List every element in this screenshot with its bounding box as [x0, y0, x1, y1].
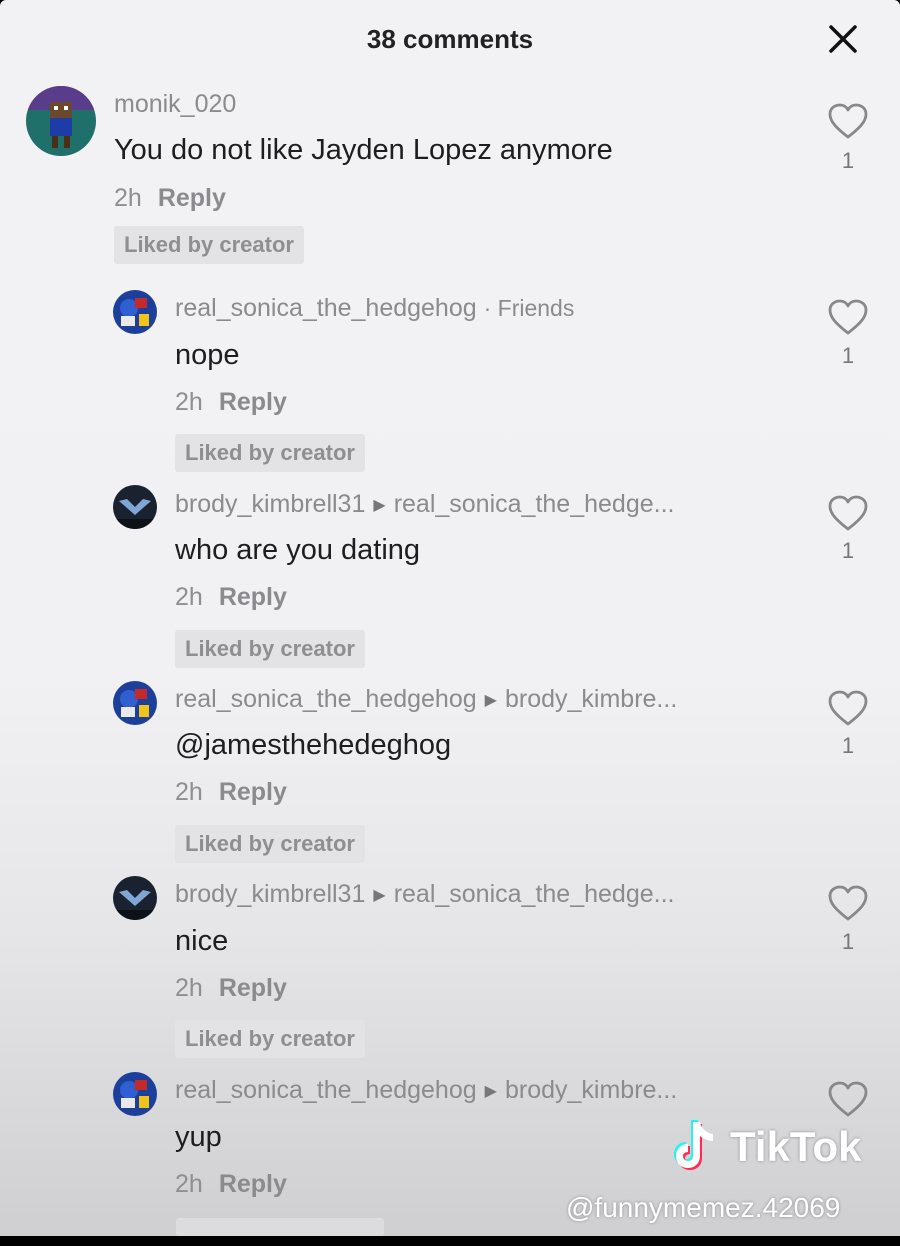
reply-button[interactable]: Reply	[158, 184, 226, 212]
like-button[interactable]	[826, 689, 870, 732]
watermark-handle: @funnymemez.42069	[566, 1192, 841, 1223]
avatar[interactable]	[26, 86, 96, 156]
avatar[interactable]	[113, 1072, 157, 1116]
tiktok-wordmark: TikTok	[730, 1123, 862, 1170]
comment-author[interactable]: real_sonica_the_hedgehog	[175, 1076, 477, 1104]
tiktok-logo-icon	[674, 1120, 713, 1170]
comment-author[interactable]: brody_kimbrell31	[175, 880, 365, 908]
reply-target[interactable]: brody_kimbre...	[505, 1076, 677, 1104]
avatar[interactable]	[113, 290, 157, 334]
like-button[interactable]	[826, 102, 870, 145]
comment-username: brody_kimbrell31 ▶ real_sonica_the_hedge..…	[175, 490, 674, 519]
comment-username: real_sonica_the_hedgehog ▶ brody_kimbre...	[175, 685, 677, 714]
avatar[interactable]	[113, 876, 157, 920]
comment-meta: 2h Reply	[175, 974, 287, 1003]
like-count: 1	[841, 343, 855, 368]
comment-meta: 2h Reply	[175, 388, 287, 417]
comment-meta: 2h Reply	[114, 184, 226, 213]
close-button[interactable]	[826, 22, 860, 56]
like-count: 1	[841, 538, 855, 563]
heart-icon	[828, 299, 868, 335]
comment-author[interactable]: brody_kimbrell31	[175, 490, 365, 518]
comment-username: real_sonica_the_hedgehog · Friends	[175, 294, 574, 323]
reply-button[interactable]: Reply	[219, 1170, 287, 1198]
friends-tag: · Friends	[483, 295, 575, 321]
reply-target[interactable]: real_sonica_the_hedge...	[394, 490, 675, 518]
comment-text: nope	[175, 339, 240, 371]
heart-icon	[828, 103, 868, 139]
reply-arrow-icon: ▶	[484, 1083, 497, 1100]
comment-username: brody_kimbrell31 ▶ real_sonica_the_hedge..…	[175, 880, 674, 909]
comment-text: You do not like Jayden Lopez anymore	[114, 134, 613, 166]
reply-arrow-icon: ▶	[373, 887, 386, 904]
comment-author[interactable]: real_sonica_the_hedgehog	[175, 685, 477, 713]
tiktok-watermark: TikTok	[670, 1118, 861, 1176]
like-count: 1	[841, 733, 855, 758]
comment-text: nice	[175, 925, 229, 957]
reply-button[interactable]: Reply	[219, 778, 287, 806]
comment-username[interactable]: monik_020	[114, 90, 236, 119]
reply-arrow-icon: ▶	[373, 497, 386, 514]
reply-target[interactable]: brody_kimbre...	[505, 685, 677, 713]
reply-button[interactable]: Reply	[219, 974, 287, 1002]
like-count: 1	[841, 929, 855, 954]
heart-icon	[828, 885, 868, 921]
comment-meta: 2h Reply	[175, 1170, 287, 1199]
comment-time: 2h	[175, 388, 203, 416]
avatar[interactable]	[113, 485, 157, 529]
heart-icon	[828, 495, 868, 531]
liked-by-creator-badge: Liked by creator	[114, 226, 304, 264]
comment-author[interactable]: real_sonica_the_hedgehog	[175, 294, 477, 322]
comment-time: 2h	[175, 778, 203, 806]
heart-icon	[828, 1081, 868, 1117]
like-button[interactable]	[826, 494, 870, 537]
avatar[interactable]	[113, 681, 157, 725]
comment-time: 2h	[175, 583, 203, 611]
comment-meta: 2h Reply	[175, 583, 287, 612]
comment-meta: 2h Reply	[175, 778, 287, 807]
reply-target[interactable]: real_sonica_the_hedge...	[394, 880, 675, 908]
comment-time: 2h	[175, 974, 203, 1002]
liked-by-creator-badge: Liked by creator	[175, 434, 365, 472]
liked-by-creator-badge: Liked by creator	[175, 825, 365, 863]
comment-username: real_sonica_the_hedgehog ▶ brody_kimbre...	[175, 1076, 677, 1105]
reply-arrow-icon: ▶	[484, 692, 497, 709]
like-button[interactable]	[826, 884, 870, 927]
liked-by-creator-badge: Liked by creator	[175, 1020, 365, 1058]
heart-icon	[828, 690, 868, 726]
like-button[interactable]	[826, 1080, 870, 1123]
like-count: 1	[841, 148, 855, 173]
comment-time: 2h	[175, 1170, 203, 1198]
comments-count-title: 38 comments	[366, 24, 534, 54]
liked-by-creator-badge-cropped	[176, 1218, 384, 1236]
like-button[interactable]	[826, 298, 870, 341]
liked-by-creator-badge: Liked by creator	[175, 630, 365, 668]
comment-text: yup	[175, 1121, 222, 1153]
comment-time: 2h	[114, 184, 142, 212]
reply-button[interactable]: Reply	[219, 583, 287, 611]
reply-button[interactable]: Reply	[219, 388, 287, 416]
close-icon	[829, 25, 857, 53]
comment-text: @jamesthehedeghog	[175, 729, 452, 761]
comment-text: who are you dating	[175, 534, 421, 566]
comments-sheet: 38 comments monik_020 You do not like Ja…	[0, 0, 900, 1236]
